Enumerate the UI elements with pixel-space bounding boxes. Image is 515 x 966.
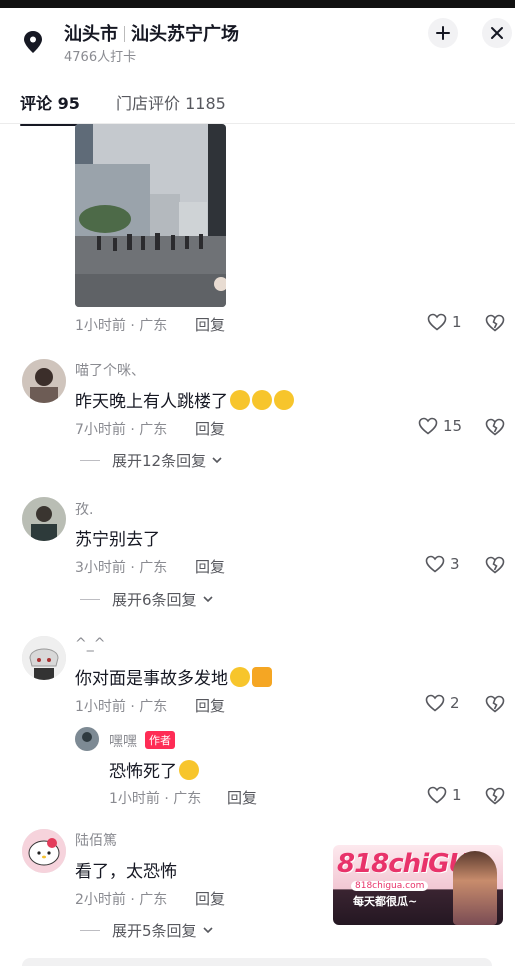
broken-heart-icon[interactable] [485,417,505,437]
heart-outline-icon [425,694,445,712]
comment-meta: 7小时前 · 广东 [75,422,168,438]
username[interactable]: ^_^ [75,636,105,652]
location-title[interactable]: 汕头市 汕头苏宁广场 [64,20,239,46]
expand-replies-label: 展开12条回复 [112,452,207,470]
location-pin-icon [24,31,42,53]
tab-store-reviews[interactable]: 门店评价 1185 [116,90,226,114]
author-badge: 作者 [145,731,175,749]
reply-text: 恐怖死了 [109,757,199,782]
share-icon [436,26,450,40]
comment-body: 你对面是事故多发地 [75,669,228,689]
comment-body: 昨天晚上有人跳楼了 [75,392,228,412]
reply-button[interactable]: 回复 [195,888,225,909]
like-button[interactable]: 1 [427,313,462,331]
comment-photo[interactable] [75,124,226,307]
reply-meta: 1小时前 · 广东 [109,791,202,807]
reply-body: 恐怖死了 [109,762,177,782]
share-button[interactable] [428,18,458,48]
username[interactable]: 喵了个咪、 [75,360,145,380]
heart-outline-icon [418,417,438,435]
tab-bar: 评论 95 门店评价 1185 [0,82,515,126]
avatar[interactable] [22,636,66,680]
ad-slogan: 每天都很瓜~ [353,895,418,908]
comment-text: 苏宁别去了 [75,530,160,550]
thumbs-up-emoji-icon [252,667,272,687]
avatar[interactable] [22,497,66,541]
like-count: 2 [450,694,460,712]
watermark-ad-banner: 818chiGUA 818chigua.com 每天都很瓜~ [333,845,503,925]
expand-replies-button[interactable]: 展开5条回复 [80,920,213,941]
comment-meta: 1小时前 · 广东 [75,699,168,715]
like-count: 15 [443,417,463,435]
shocked-emoji-icon [179,760,199,780]
status-bar [0,0,515,8]
broken-heart-icon[interactable] [485,555,505,575]
comment-meta: 1小时前 · 广东 [75,318,168,334]
broken-heart-icon[interactable] [485,786,505,806]
reply-button[interactable]: 回复 [195,418,225,439]
street-photo-image [75,124,226,307]
chevron-down-icon [202,927,213,934]
like-count: 1 [452,313,462,331]
reply-button[interactable]: 回复 [195,695,225,716]
like-count: 3 [450,555,460,573]
username[interactable]: 陆佰篤 [75,830,117,850]
like-count: 1 [452,786,462,804]
expand-replies-label: 展开6条回复 [112,591,197,609]
comment-text: 看了，太恐怖 [75,862,177,882]
place-name: 汕头苏宁广场 [131,24,239,45]
like-button[interactable]: 15 [418,417,462,435]
heart-outline-icon [427,786,447,804]
laughing-crying-emoji-icon [252,390,272,410]
expand-replies-button[interactable]: 展开12条回复 [80,450,222,471]
expand-replies-label: 展开5条回复 [112,922,197,940]
close-icon [491,27,503,39]
title-divider [124,26,125,42]
avatar[interactable] [22,359,66,403]
like-button[interactable]: 1 [427,786,462,804]
divider-line [80,930,100,931]
comment-meta: 2小时前 · 广东 [75,892,168,908]
reply-button[interactable]: 回复 [227,787,257,808]
checkin-count: 4766人打卡 [64,50,137,65]
tab-comments[interactable]: 评论 95 [20,90,80,126]
heart-outline-icon [425,555,445,573]
location-header: 汕头市 汕头苏宁广场 4766人打卡 [0,8,515,72]
comment-meta: 3小时前 · 广东 [75,560,168,576]
heart-outline-icon [427,313,447,331]
broken-heart-icon[interactable] [485,694,505,714]
broken-heart-icon[interactable] [485,313,505,333]
comment-text: 昨天晚上有人跳楼了 [75,387,294,412]
laughing-crying-emoji-icon [230,390,250,410]
reply-button[interactable]: 回复 [195,556,225,577]
divider-line [80,460,100,461]
laughing-crying-emoji-icon [274,390,294,410]
reply-avatar[interactable] [75,727,99,751]
comment-input-bar[interactable] [22,958,492,966]
divider-line [80,599,100,600]
like-button[interactable]: 3 [425,555,460,573]
comment-text: 你对面是事故多发地 [75,664,272,689]
reply-button[interactable]: 回复 [195,314,225,335]
ad-url: 818chigua.com [351,881,429,891]
avatar[interactable] [22,829,66,873]
chevron-down-icon [212,457,222,464]
close-button[interactable] [482,18,512,48]
laughing-crying-emoji-icon [230,667,250,687]
ad-person-image [453,851,497,925]
expand-replies-button[interactable]: 展开6条回复 [80,589,213,610]
reply-username[interactable]: 嘿嘿 [109,731,137,751]
chevron-down-icon [202,596,213,603]
like-button[interactable]: 2 [425,694,460,712]
city-name: 汕头市 [64,24,118,45]
username[interactable]: 孜. [75,499,93,519]
